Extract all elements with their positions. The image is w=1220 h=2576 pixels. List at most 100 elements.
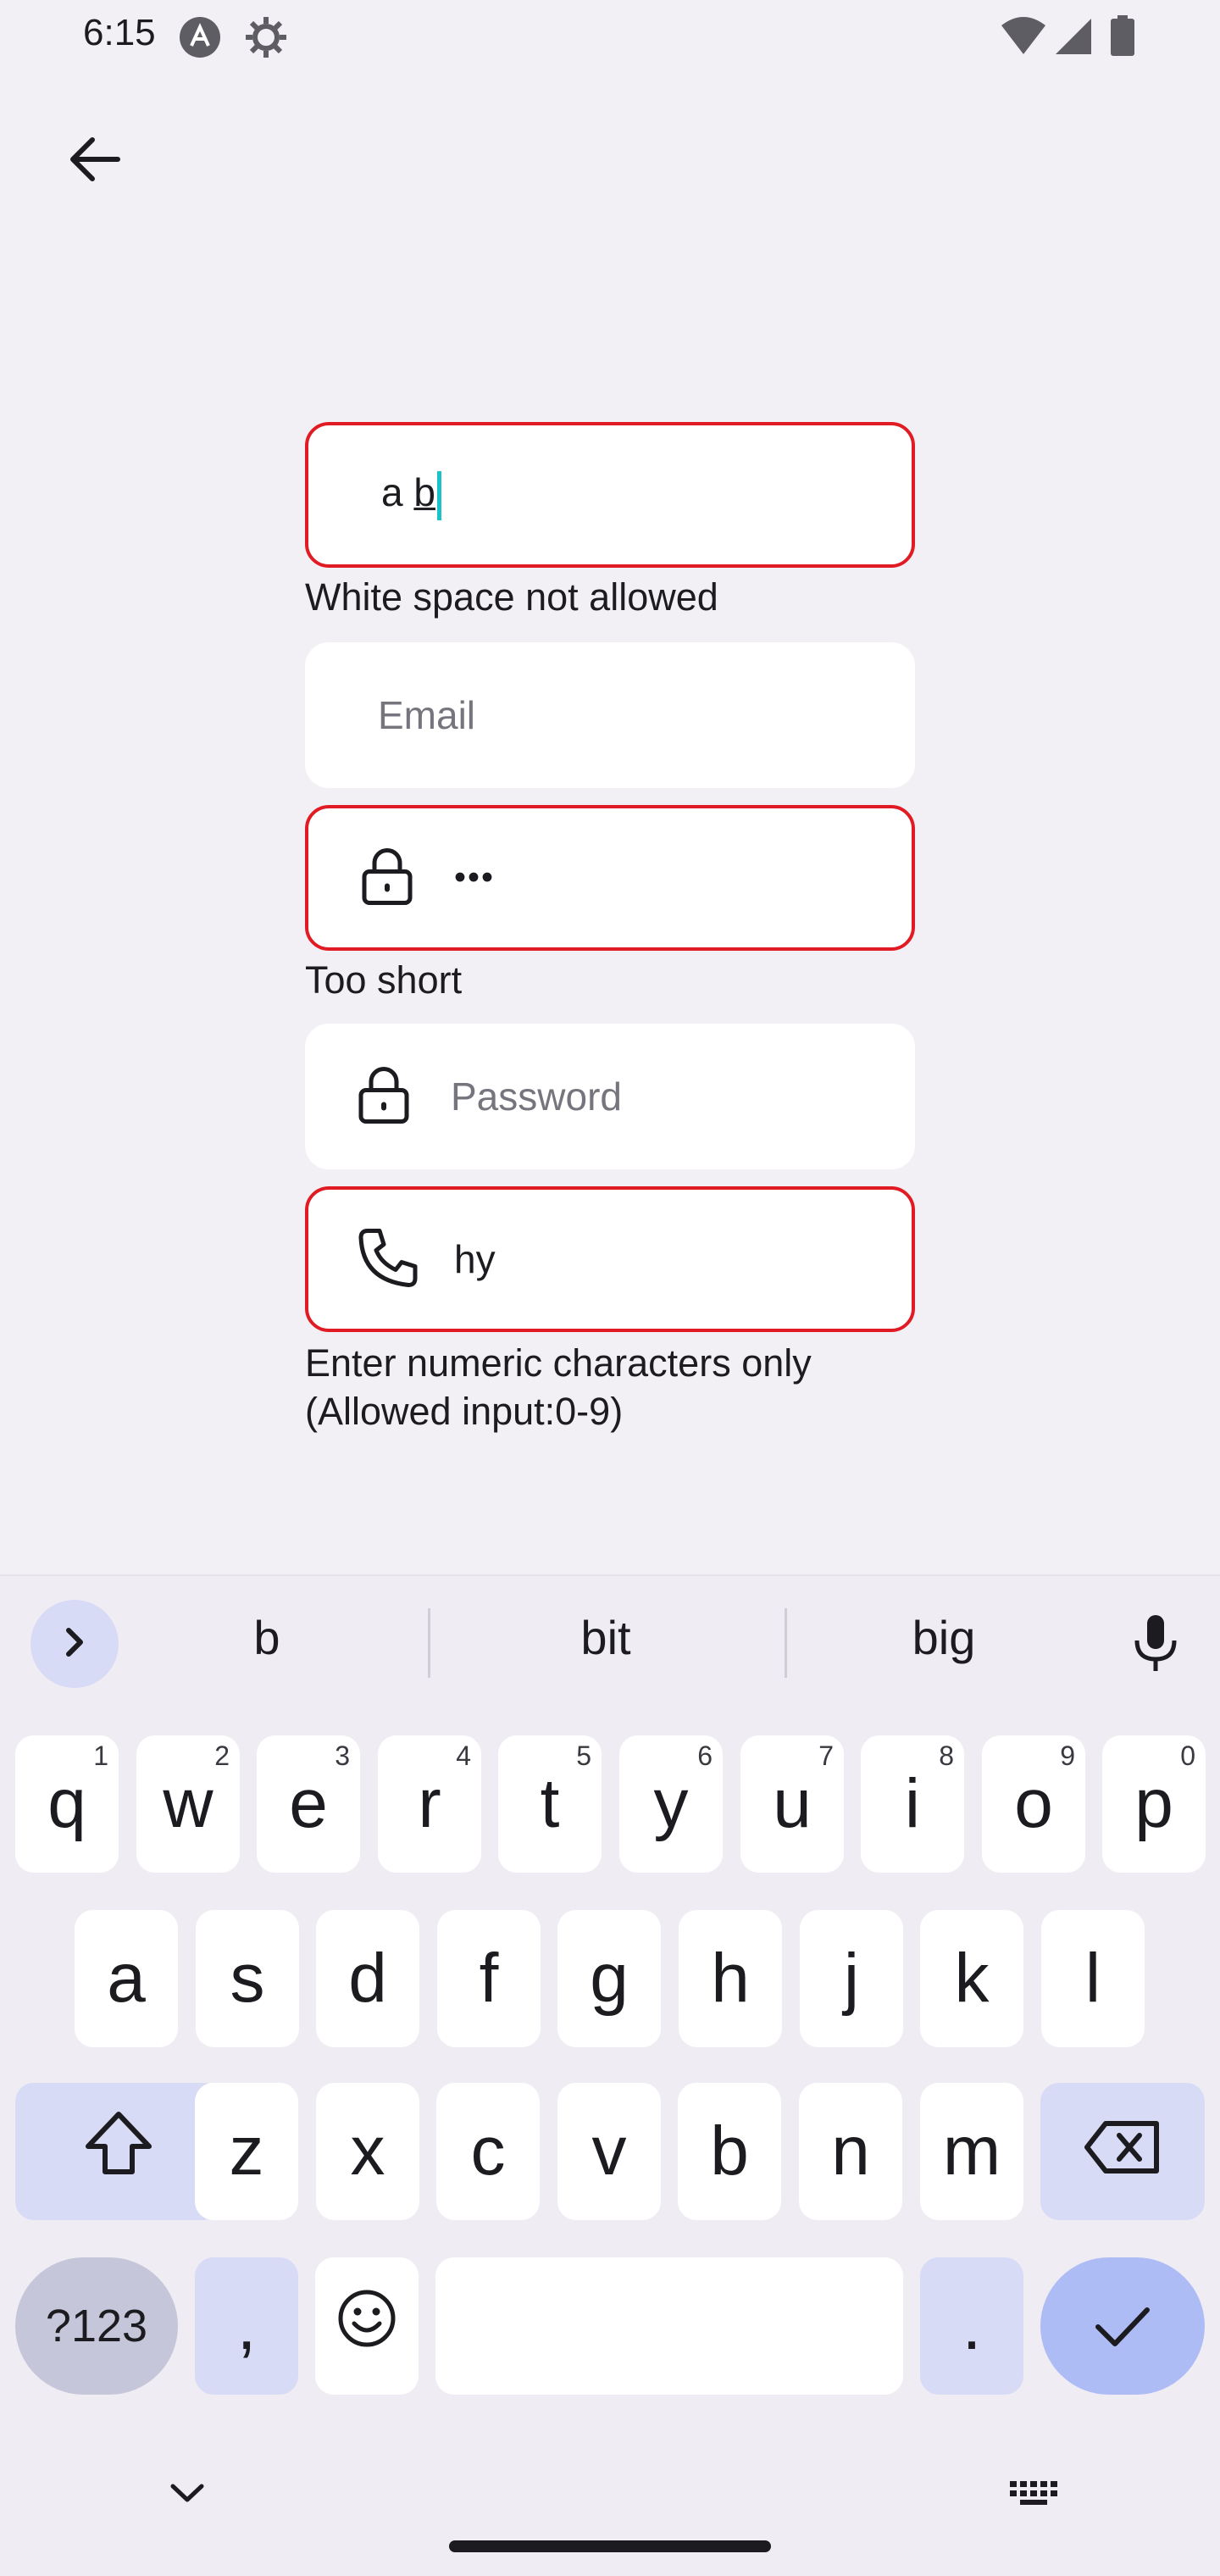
- key-i[interactable]: i8: [861, 1735, 964, 1873]
- key-label: n: [831, 2112, 870, 2190]
- key-e[interactable]: e3: [257, 1735, 360, 1873]
- key-hint: 7: [818, 1740, 834, 1771]
- key-hint: 1: [93, 1740, 108, 1771]
- key-c[interactable]: c: [436, 2083, 540, 2220]
- key-label: z: [229, 2112, 264, 2190]
- expand-toolbar-button[interactable]: [30, 1600, 119, 1688]
- chevron-right-icon: [58, 1625, 92, 1663]
- confirm-password-field[interactable]: Password: [305, 1024, 915, 1169]
- checkmark-icon: [1093, 2286, 1152, 2366]
- key-hint: 2: [214, 1740, 230, 1771]
- key-hint: 4: [456, 1740, 471, 1771]
- key-hint: 0: [1180, 1740, 1195, 1771]
- emoji-key[interactable]: [315, 2257, 419, 2395]
- phone-error-line1: Enter numeric characters only: [305, 1341, 812, 1385]
- key-p[interactable]: p0: [1102, 1735, 1206, 1873]
- backspace-icon: [1084, 2112, 1162, 2191]
- key-hint: 6: [697, 1740, 713, 1771]
- phone-value: hy: [454, 1237, 496, 1281]
- microphone-icon[interactable]: [1130, 1613, 1181, 1679]
- key-label: c: [470, 2112, 506, 2190]
- keyboard-switch-icon[interactable]: [1008, 2478, 1059, 2512]
- symbols-key[interactable]: ?123: [15, 2257, 178, 2395]
- key-h[interactable]: h: [679, 1910, 782, 2047]
- backspace-key[interactable]: [1040, 2083, 1205, 2220]
- suggestion-1[interactable]: b: [182, 1610, 352, 1665]
- key-hint: 3: [335, 1740, 350, 1771]
- key-s[interactable]: s: [196, 1910, 299, 2047]
- key-label: p: [1134, 1765, 1173, 1842]
- key-z[interactable]: z: [195, 2083, 298, 2220]
- lock-icon: [358, 1065, 410, 1129]
- key-label: h: [711, 1940, 750, 2017]
- key-label: o: [1014, 1765, 1053, 1842]
- key-label: l: [1084, 1940, 1101, 2017]
- key-label: i: [904, 1765, 921, 1842]
- back-button[interactable]: [53, 119, 137, 203]
- password-value: •••: [454, 858, 496, 897]
- key-g[interactable]: g: [557, 1910, 661, 2047]
- username-field[interactable]: a b: [305, 422, 915, 568]
- suggestion-divider: [785, 1608, 787, 1678]
- navigation-bar: [0, 2440, 1220, 2576]
- key-y[interactable]: y6: [619, 1735, 723, 1873]
- key-j[interactable]: j: [800, 1910, 903, 2047]
- key-k[interactable]: k: [920, 1910, 1023, 2047]
- key-b[interactable]: b: [678, 2083, 781, 2220]
- key-x[interactable]: x: [316, 2083, 419, 2220]
- key-r[interactable]: r4: [378, 1735, 481, 1873]
- key-label: y: [653, 1765, 689, 1842]
- key-t[interactable]: t5: [498, 1735, 602, 1873]
- key-label: t: [540, 1765, 560, 1842]
- emoji-icon: [336, 2286, 397, 2366]
- key-label: d: [348, 1940, 387, 2017]
- key-label: v: [591, 2112, 627, 2190]
- settings-gear-icon: [244, 15, 288, 64]
- key-n[interactable]: n: [799, 2083, 902, 2220]
- password-error: Too short: [305, 958, 463, 1002]
- password-field[interactable]: •••: [305, 805, 915, 951]
- key-f[interactable]: f: [437, 1910, 541, 2047]
- suggestion-3[interactable]: big: [859, 1610, 1029, 1665]
- key-v[interactable]: v: [557, 2083, 661, 2220]
- key-label: s: [230, 1940, 265, 2017]
- key-o[interactable]: o9: [982, 1735, 1085, 1873]
- phone-field[interactable]: hy: [305, 1186, 915, 1332]
- password-placeholder: Password: [451, 1074, 622, 1119]
- key-label: r: [418, 1765, 441, 1842]
- key-d[interactable]: d: [316, 1910, 419, 2047]
- a-logo-icon: [178, 15, 222, 64]
- key-q[interactable]: q1: [15, 1735, 119, 1873]
- key-label: g: [590, 1940, 629, 2017]
- key-label: x: [350, 2112, 385, 2190]
- wifi-icon: [1000, 15, 1047, 62]
- key-label: b: [710, 2112, 749, 2190]
- comma-key[interactable]: ,: [195, 2257, 298, 2395]
- key-label: w: [163, 1765, 214, 1842]
- done-key[interactable]: [1040, 2257, 1205, 2395]
- suggestion-2[interactable]: bit: [521, 1610, 690, 1665]
- suggestion-bar: b bit big: [0, 1576, 1220, 1712]
- battery-icon: [1110, 15, 1135, 62]
- shift-key[interactable]: [15, 2083, 222, 2220]
- key-a[interactable]: a: [75, 1910, 178, 2047]
- space-key[interactable]: [435, 2257, 903, 2395]
- home-gesture-pill[interactable]: [449, 2540, 771, 2552]
- suggestion-divider: [428, 1608, 430, 1678]
- status-bar: 6:15: [0, 0, 1220, 76]
- period-key[interactable]: .: [920, 2257, 1023, 2395]
- hide-keyboard-chevron-icon[interactable]: [166, 2476, 208, 2514]
- key-w[interactable]: w2: [136, 1735, 240, 1873]
- arrow-back-icon: [65, 130, 125, 193]
- key-label: m: [942, 2112, 1001, 2190]
- email-field[interactable]: Email: [305, 642, 915, 788]
- key-l[interactable]: l: [1041, 1910, 1145, 2047]
- key-m[interactable]: m: [920, 2083, 1023, 2220]
- shift-icon: [83, 2109, 154, 2194]
- email-placeholder: Email: [378, 693, 476, 737]
- key-label: a: [107, 1940, 146, 2017]
- phone-icon: [356, 1224, 422, 1295]
- key-u[interactable]: u7: [740, 1735, 844, 1873]
- username-error: White space not allowed: [305, 575, 718, 619]
- cell-signal-icon: [1054, 15, 1093, 62]
